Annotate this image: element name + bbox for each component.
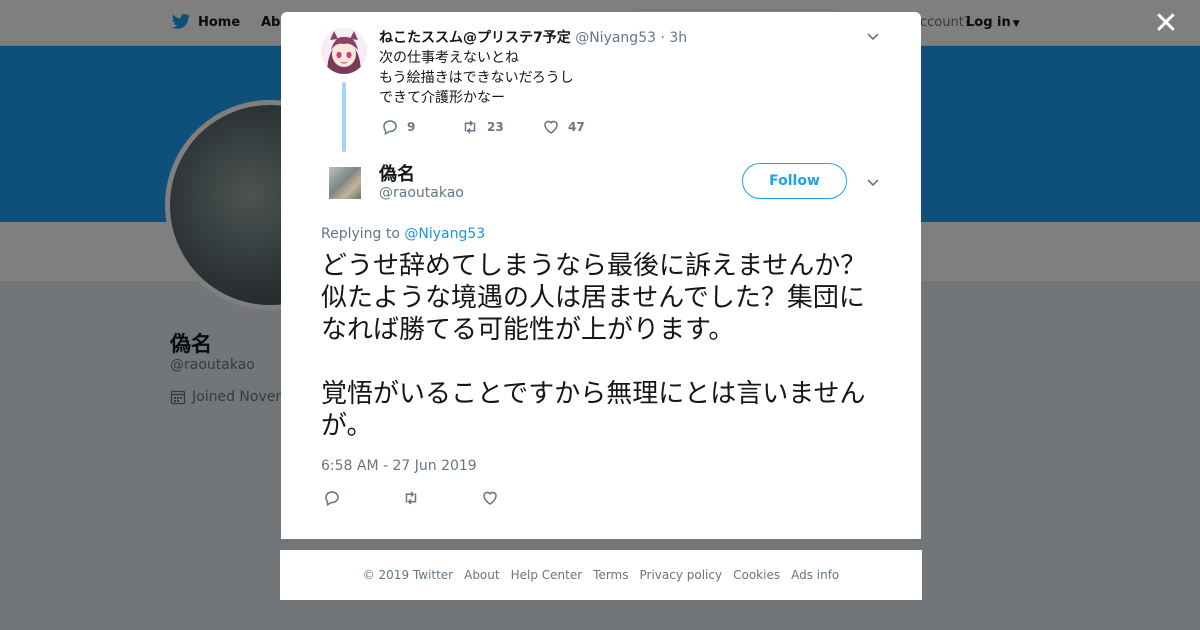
replying-to-link[interactable]: @Niyang53 [404,226,485,242]
retweet-count: 23 [487,120,504,134]
thread-line [342,82,346,152]
author-name[interactable]: 偽名 [379,160,415,186]
tweet-text: どうせ辞めてしまうなら最後に訴えませんか？似たような境遇の人は居ませんでした？集… [321,250,886,442]
reply-icon[interactable] [323,489,341,507]
retweet-icon[interactable] [402,489,420,507]
parent-tweet-header: ねこたススム@プリステ7予定 @Niyang53 · 3h [379,27,687,47]
parent-tweet-line: もう絵描きはできないだろうし [379,70,574,86]
like-button[interactable]: 47 [542,118,585,136]
reply-count: 9 [407,120,416,134]
replying-to: Replying to @Niyang53 [321,226,485,242]
chevron-down-icon[interactable] [865,174,881,190]
parent-tweet-text: 次の仕事考えないとね もう絵描きはできないだろうし できて介護形かなー [379,48,574,108]
footer-link-ads-info[interactable]: Ads info [791,568,839,582]
chevron-down-icon[interactable] [865,28,881,44]
retweet-icon [464,120,476,134]
heart-icon[interactable] [481,489,499,507]
footer: © 2019 Twitter About Help Center Terms P… [280,550,922,600]
reply-button[interactable]: 9 [381,118,461,136]
retweet-button[interactable]: 23 [461,118,542,136]
parent-tweet-line: 次の仕事考えないとね [379,50,519,66]
parent-tweet-time[interactable]: 3h [669,30,687,46]
footer-link-help-center[interactable]: Help Center [511,568,583,582]
parent-author-name[interactable]: ねこたススム@プリステ7予定 [379,30,571,46]
footer-link-privacy[interactable]: Privacy policy [640,568,723,582]
tweet-paragraph: 覚悟がいることですから無理にとは言いませんが。 [321,379,866,441]
tweet-actions [323,489,499,507]
like-count: 47 [568,120,585,134]
author-handle[interactable]: @raoutakao [379,185,464,201]
footer-link-cookies[interactable]: Cookies [733,568,780,582]
parent-author-handle[interactable]: @Niyang53 [575,30,656,46]
separator-dot: · [660,30,665,46]
follow-button[interactable]: Follow [742,163,847,199]
author-avatar[interactable] [329,167,361,199]
parent-avatar[interactable] [321,28,367,74]
close-icon[interactable]: ✕ [1152,9,1180,39]
heart-icon [544,120,558,134]
parent-tweet-actions: 9 23 47 [381,118,585,136]
replying-to-label: Replying to [321,226,400,242]
footer-link-terms[interactable]: Terms [593,568,628,582]
reply-icon [383,120,397,136]
parent-tweet-line: できて介護形かなー [379,90,505,106]
tweet-paragraph: どうせ辞めてしまうなら最後に訴えませんか？似たような境遇の人は居ませんでした？集… [321,251,867,345]
footer-copyright: © 2019 Twitter [362,568,454,582]
footer-link-about[interactable]: About [464,568,499,582]
tweet-modal: ねこたススム@プリステ7予定 @Niyang53 · 3h 次の仕事考えないとね… [281,12,921,539]
tweet-timestamp[interactable]: 6:58 AM - 27 Jun 2019 [321,458,477,474]
